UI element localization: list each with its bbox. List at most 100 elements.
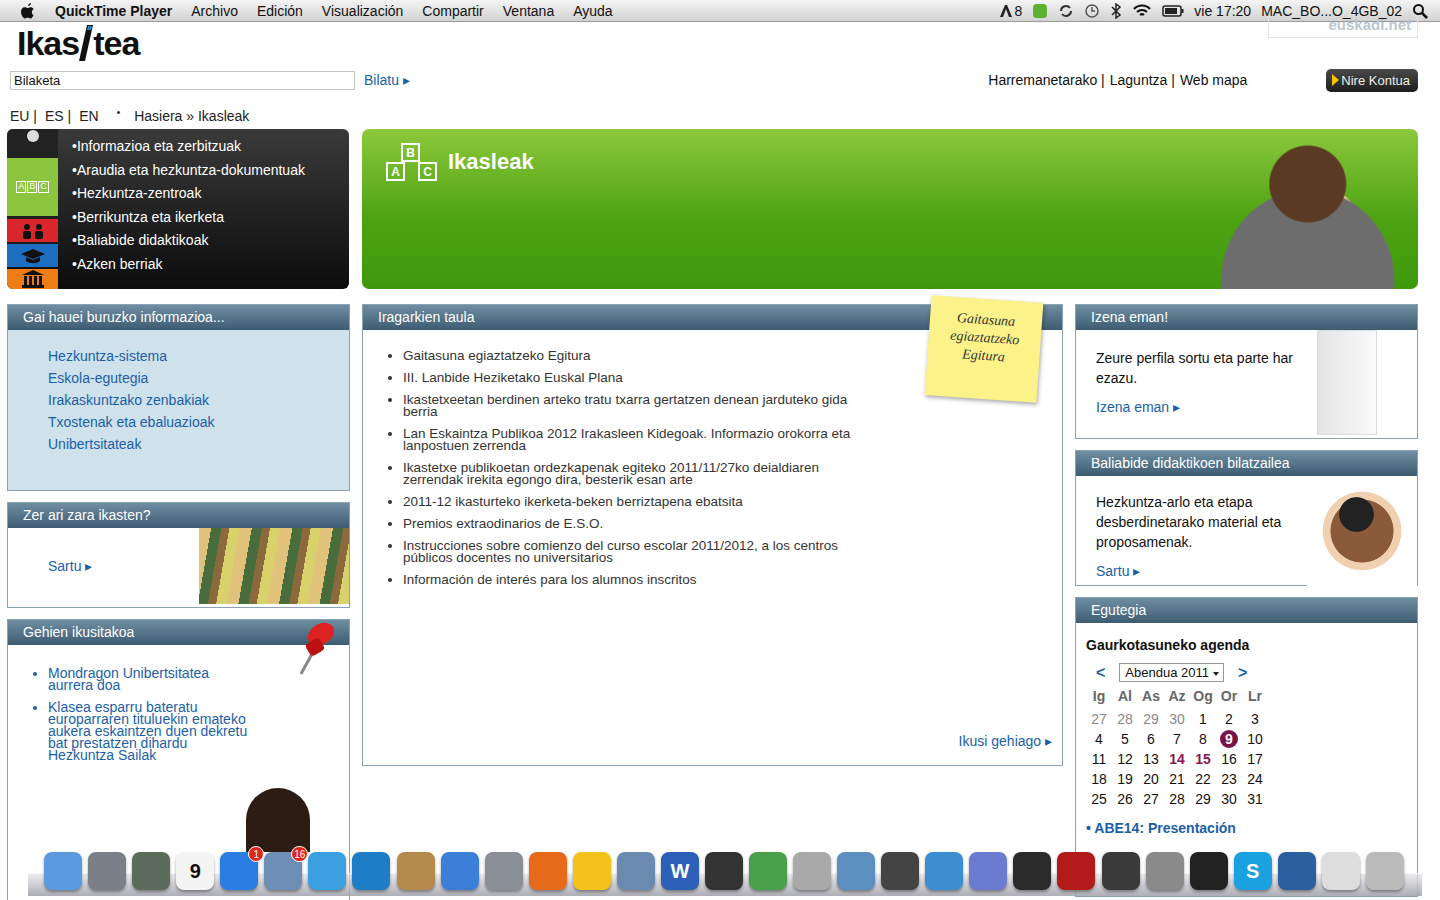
nav-item[interactable]: •Berrikuntza eta ikerketa — [72, 209, 305, 233]
teachers-tab[interactable] — [7, 244, 58, 267]
partner-logo[interactable]: euskadi.net — [1268, 16, 1418, 38]
wifi-icon[interactable] — [1132, 3, 1152, 19]
dock-app-icon[interactable] — [132, 852, 170, 890]
calendar-day[interactable]: 29 — [1138, 710, 1164, 728]
calendar-day[interactable]: 2 — [1216, 710, 1242, 728]
calendar-day[interactable]: 14 — [1164, 750, 1190, 768]
calendar-day[interactable]: 27 — [1138, 790, 1164, 808]
sync-icon[interactable] — [1058, 3, 1074, 19]
search-field[interactable]: Bilaketa — [10, 71, 355, 90]
dock-app-icon[interactable] — [352, 852, 390, 890]
dock-app-icon[interactable] — [1146, 852, 1184, 890]
dock-app-icon[interactable] — [1190, 852, 1228, 890]
calendar-day[interactable]: 22 — [1190, 770, 1216, 788]
dock-app-icon[interactable] — [881, 852, 919, 890]
dock-app-icon[interactable] — [837, 852, 875, 890]
notice-item[interactable]: Ikastetxeetan berdinen arteko tratu txar… — [403, 394, 853, 418]
dock-app-icon[interactable] — [88, 852, 126, 890]
notice-item[interactable]: III. Lanbide Heziketako Euskal Plana — [403, 372, 853, 384]
menu-item[interactable]: Edición — [257, 3, 303, 19]
notice-item[interactable]: Premios extraodinarios de E.S.O. — [403, 518, 853, 530]
menu-item[interactable]: Ventana — [503, 3, 554, 19]
nav-item[interactable]: •Baliabide didaktikoak — [72, 232, 305, 256]
menu-item[interactable]: Ayuda — [573, 3, 612, 19]
calendar-day[interactable]: 21 — [1164, 770, 1190, 788]
language-link[interactable]: EN — [79, 108, 98, 124]
notice-item[interactable]: 2011-12 ikasturteko ikerketa-beken berri… — [403, 496, 853, 508]
dock-app-icon[interactable] — [1366, 852, 1404, 890]
calendar-day[interactable]: 28 — [1164, 790, 1190, 808]
calendar-day[interactable]: 9 — [1220, 730, 1238, 748]
site-logo[interactable]: Ikas tea — [7, 24, 139, 63]
resources-link[interactable]: Sartu ▸ — [1096, 563, 1140, 579]
study-link[interactable]: Sartu ▸ — [48, 558, 92, 574]
calendar-day[interactable]: 29 — [1190, 790, 1216, 808]
calendar-day[interactable]: 1 — [1190, 710, 1216, 728]
calendar-day[interactable]: 13 — [1138, 750, 1164, 768]
info-link[interactable]: Irakaskuntzako zenbakiak — [48, 392, 349, 414]
dock-app-icon[interactable]: S — [1234, 852, 1272, 890]
dock-app-icon[interactable]: 1 — [220, 852, 258, 890]
dock-app-icon[interactable] — [969, 852, 1007, 890]
dock-app-icon[interactable] — [308, 852, 346, 890]
dock-app-icon[interactable] — [485, 852, 523, 890]
dock-app-icon[interactable] — [793, 852, 831, 890]
info-link[interactable]: Eskola-egutegia — [48, 370, 349, 392]
notice-item[interactable]: Ikastetxe publikoetan ordezkapenak egite… — [403, 462, 853, 486]
notice-item[interactable]: Gaitasuna egiaztatzeko Egitura — [403, 350, 853, 362]
menu-item[interactable]: Compartir — [422, 3, 483, 19]
dock-app-icon[interactable] — [1057, 852, 1095, 890]
calendar-day[interactable]: 15 — [1190, 750, 1216, 768]
time-machine-icon[interactable] — [1084, 3, 1100, 19]
adobe-status[interactable]: 8 — [999, 3, 1023, 19]
app-menu[interactable]: QuickTime Player — [55, 3, 172, 19]
calendar-day[interactable]: 30 — [1164, 710, 1190, 728]
search-button[interactable]: Bilatu ▸ — [364, 72, 410, 88]
calendar-day[interactable]: 11 — [1086, 750, 1112, 768]
bluetooth-icon[interactable] — [1110, 3, 1122, 19]
evernote-icon[interactable] — [1032, 3, 1048, 19]
prev-month[interactable]: < — [1096, 664, 1105, 682]
dock-app-icon[interactable] — [1278, 852, 1316, 890]
calendar-day[interactable]: 20 — [1138, 770, 1164, 788]
calendar-day[interactable]: 23 — [1216, 770, 1242, 788]
dock-app-icon[interactable]: 9 — [176, 852, 214, 890]
calendar-day[interactable]: 4 — [1086, 730, 1112, 748]
calendar-day[interactable]: 30 — [1216, 790, 1242, 808]
popular-link[interactable]: Mondragon Unibertsitatea aurrera doa — [48, 667, 249, 691]
menu-item[interactable]: Archivo — [191, 3, 238, 19]
notice-item[interactable]: Instrucciones sobre comienzo del curso e… — [403, 540, 853, 564]
dock-app-icon[interactable] — [1102, 852, 1140, 890]
top-link[interactable]: Web mapa — [1180, 72, 1247, 88]
nav-item[interactable]: •Hezkuntza-zentroak — [72, 185, 305, 209]
calendar-day[interactable]: 28 — [1112, 710, 1138, 728]
notice-item[interactable]: Información de interés para los alumnos … — [403, 574, 853, 586]
calendar-day[interactable]: 19 — [1112, 770, 1138, 788]
calendar-day[interactable]: 7 — [1164, 730, 1190, 748]
dock-app-icon[interactable] — [1013, 852, 1051, 890]
calendar-day[interactable]: 24 — [1242, 770, 1268, 788]
institutions-tab[interactable] — [7, 269, 58, 289]
sticky-note[interactable]: Gaitasuna egiaztatzeko Egitura — [925, 295, 1044, 403]
calendar-day[interactable]: 8 — [1190, 730, 1216, 748]
signup-link[interactable]: Izena eman ▸ — [1096, 399, 1180, 415]
top-link[interactable]: Laguntza | — [1110, 72, 1175, 88]
next-month[interactable]: > — [1238, 664, 1247, 682]
language-link[interactable]: ES | — [45, 108, 71, 124]
notice-item[interactable]: Lan Eskaintza Publikoa 2012 Irakasleen K… — [403, 428, 853, 452]
account-button[interactable]: Nire Kontua — [1326, 69, 1418, 92]
nav-item[interactable]: •Azken berriak — [72, 256, 305, 280]
calendar-day[interactable]: 25 — [1086, 790, 1112, 808]
dock-app-icon[interactable]: 16 — [264, 852, 302, 890]
apple-icon[interactable] — [20, 2, 36, 20]
dock-app-icon[interactable] — [1322, 852, 1360, 890]
popular-link[interactable]: Klasea esparru bateratu europarraren tit… — [48, 701, 249, 761]
info-link[interactable]: Txostenak eta ebaluazioak — [48, 414, 349, 436]
nav-item[interactable]: •Informazioa eta zerbitzuak — [72, 138, 305, 162]
month-select[interactable]: Abendua 2011 — [1119, 663, 1224, 682]
dock-app-icon[interactable] — [573, 852, 611, 890]
top-link[interactable]: Harremanetarako | — [988, 72, 1104, 88]
calendar-day[interactable]: 17 — [1242, 750, 1268, 768]
menu-item[interactable]: Visualización — [322, 3, 403, 19]
calendar-day[interactable]: 3 — [1242, 710, 1268, 728]
